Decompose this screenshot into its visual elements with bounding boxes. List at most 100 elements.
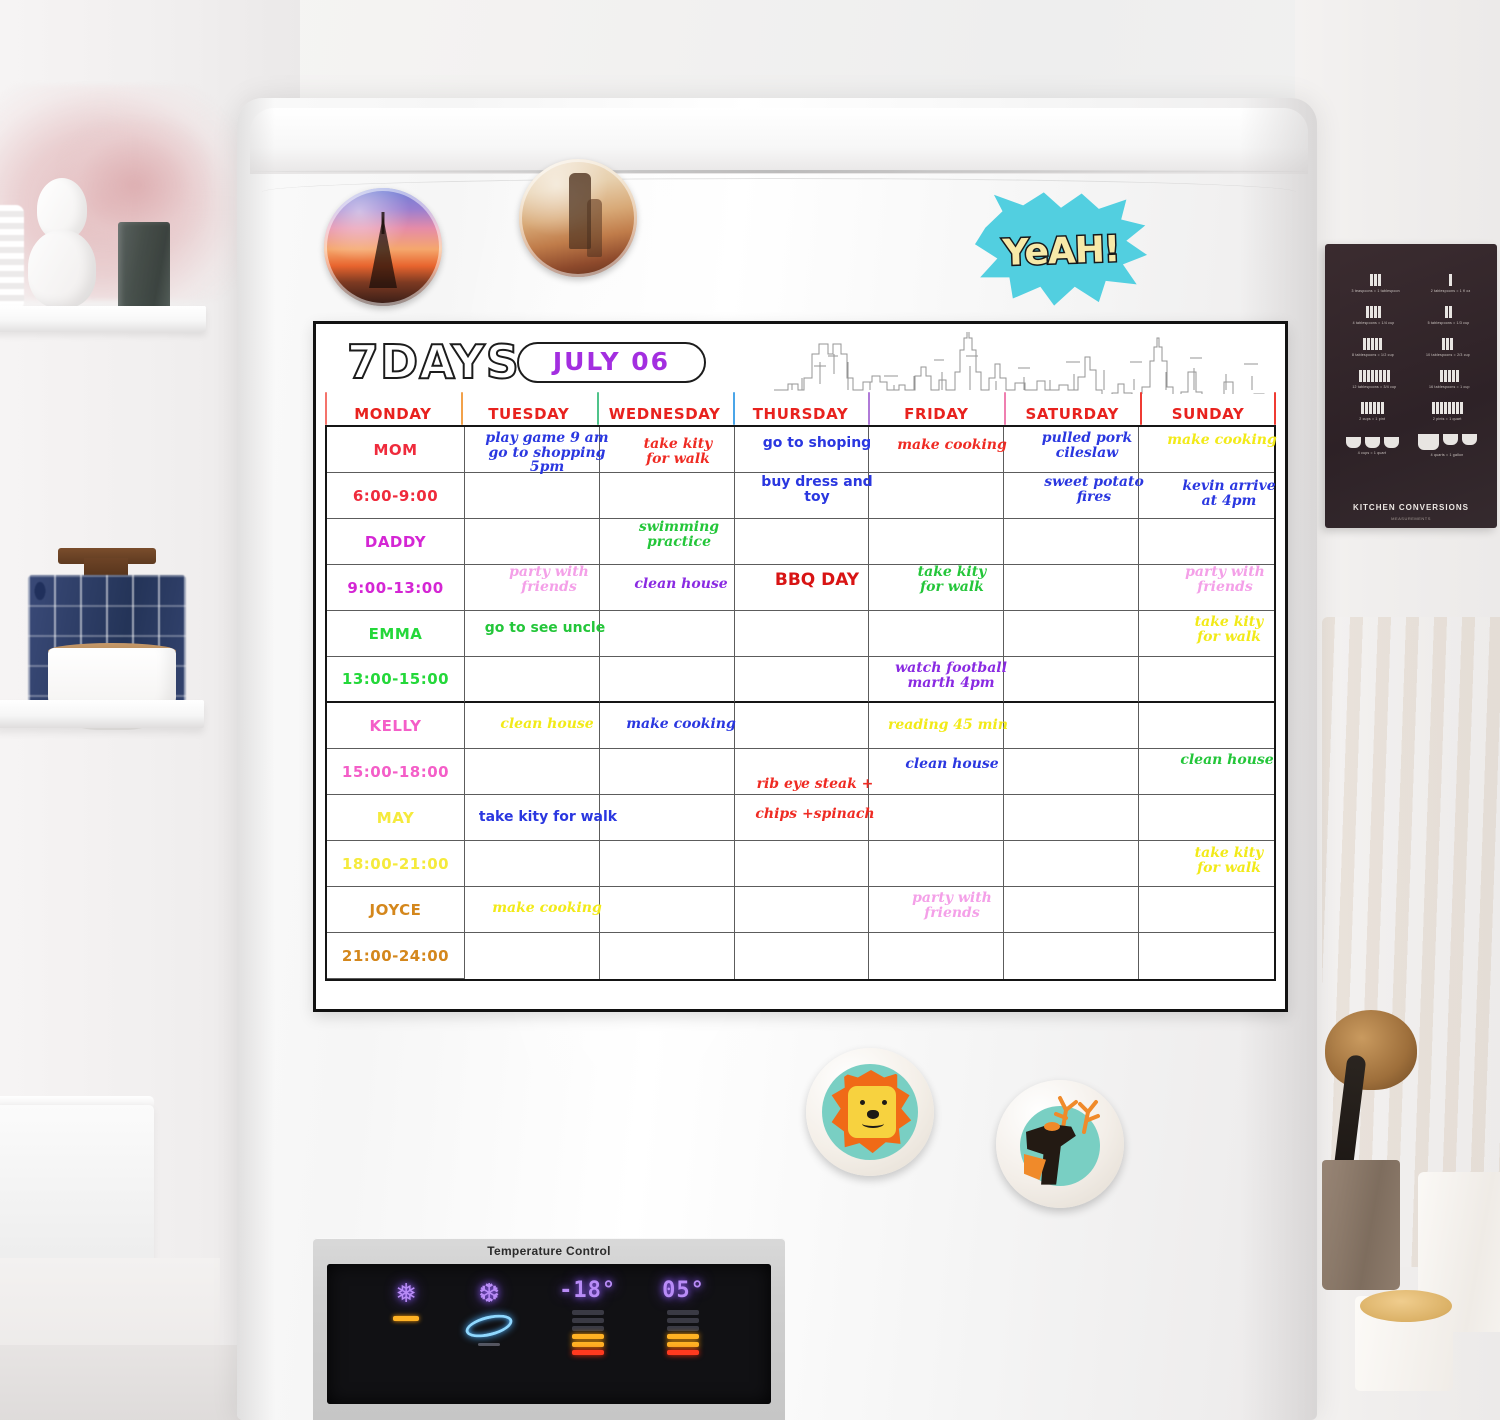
temperature-control-panel[interactable]: Temperature Control ❅ ❆ -18° 05° [313, 1238, 785, 1420]
day-tab-monday[interactable]: MONDAY [325, 392, 461, 425]
day-label: MONDAY [354, 405, 432, 423]
planner-grid[interactable]: MOM 6:00-9:00 DADDY 9:00-13:00 EMMA 13:00-15:… [325, 425, 1276, 981]
planner-cell[interactable] [465, 611, 600, 657]
planner-cell[interactable] [869, 887, 1005, 933]
planner-cell[interactable] [1004, 519, 1140, 565]
planner-cell[interactable] [869, 565, 1005, 611]
planner-cell[interactable] [599, 703, 735, 749]
snowflake-icon: ❅ [395, 1278, 418, 1308]
planner-cell[interactable] [1004, 611, 1140, 657]
planner-cell[interactable] [465, 565, 600, 611]
planner-cell[interactable] [1004, 887, 1140, 933]
planner-cell[interactable] [869, 749, 1005, 795]
row-label-cell: EMMA [327, 611, 465, 657]
super-cool-control[interactable]: ❆ [463, 1278, 515, 1346]
planner-cell[interactable] [599, 887, 735, 933]
planner-cell[interactable] [1139, 933, 1274, 979]
yeah-sticker[interactable]: YeAH! [971, 188, 1151, 310]
planner-cell[interactable] [734, 657, 870, 703]
planner-cell[interactable] [465, 841, 600, 887]
moose-magnet[interactable] [996, 1080, 1124, 1208]
date-pill[interactable]: JULY 06 [516, 341, 707, 383]
planner-cell[interactable] [734, 519, 870, 565]
planner-cell[interactable] [465, 749, 600, 795]
planner-cell[interactable] [1004, 933, 1140, 979]
lion-magnet[interactable] [806, 1048, 934, 1176]
planner-cell[interactable] [1139, 703, 1274, 749]
fridge-temp-control[interactable]: 05° [662, 1278, 705, 1355]
planner-cell[interactable] [1139, 473, 1274, 519]
day-tab-wednesday[interactable]: WEDNESDAY [596, 392, 733, 425]
planner-cell[interactable] [1139, 519, 1274, 565]
planner-cell[interactable] [1004, 703, 1140, 749]
planner-cell[interactable] [1004, 473, 1140, 519]
planner-cell[interactable] [734, 473, 870, 519]
planner-cell[interactable] [599, 473, 735, 519]
row-label-cell: KELLY [327, 703, 465, 749]
planner-cell[interactable] [1004, 427, 1140, 473]
day-tab-saturday[interactable]: SATURDAY [1004, 392, 1140, 425]
row-label: 21:00-24:00 [341, 946, 450, 965]
planner-cell[interactable] [465, 795, 600, 841]
planner-cell[interactable] [1139, 749, 1274, 795]
castle-magnet[interactable] [519, 159, 637, 277]
planner-cell[interactable] [465, 519, 600, 565]
planner-cell[interactable] [1004, 749, 1140, 795]
planner-cell[interactable] [465, 657, 600, 703]
planner-cell[interactable] [599, 565, 735, 611]
planner-cell[interactable] [734, 841, 870, 887]
planner-cell[interactable] [1139, 841, 1274, 887]
super-freeze-control[interactable]: ❅ [393, 1278, 420, 1321]
city-skyline-graphic [774, 329, 1397, 404]
eiffel-tower-magnet[interactable] [324, 188, 442, 306]
planner-cell[interactable] [599, 657, 735, 703]
day-tab-tuesday[interactable]: TUESDAY [460, 392, 597, 425]
planner-cell[interactable] [1004, 565, 1140, 611]
planner-cell[interactable] [465, 473, 600, 519]
planner-cell[interactable] [869, 519, 1005, 565]
planner-cell[interactable] [1004, 657, 1140, 703]
planner-cell[interactable] [465, 703, 600, 749]
planner-cell[interactable] [599, 427, 735, 473]
planner-cell[interactable] [599, 795, 735, 841]
freezer-temp-control[interactable]: -18° [559, 1278, 616, 1355]
planner-cell[interactable] [735, 933, 870, 979]
planner-cell[interactable] [869, 657, 1005, 703]
planner-cell[interactable] [1004, 795, 1140, 841]
planner-cell[interactable] [599, 841, 735, 887]
planner-cell[interactable] [869, 933, 1005, 979]
planner-cell[interactable] [869, 611, 1005, 657]
poster-caption: 2 cups = 1 pint [1359, 417, 1386, 421]
planner-cell[interactable] [599, 749, 735, 795]
planner-cell[interactable] [869, 841, 1005, 887]
day-tab-sunday[interactable]: SUNDAY [1140, 392, 1277, 425]
planner-cell[interactable] [1139, 887, 1274, 933]
planner-cell[interactable] [734, 703, 870, 749]
planner-cell[interactable] [734, 611, 870, 657]
planner-cell[interactable] [869, 427, 1005, 473]
freezer-level-bars [571, 1310, 604, 1355]
planner-cell[interactable] [1139, 611, 1274, 657]
day-tab-friday[interactable]: FRIDAY [868, 392, 1004, 425]
planner-cell[interactable] [599, 519, 735, 565]
day-tab-thursday[interactable]: THURSDAY [732, 392, 869, 425]
planner-cell[interactable] [869, 703, 1005, 749]
planner-cell[interactable] [734, 887, 870, 933]
planner-cell[interactable] [465, 887, 600, 933]
planner-cell[interactable] [465, 933, 600, 979]
planner-cell[interactable] [734, 427, 870, 473]
planner-cell[interactable] [599, 611, 735, 657]
planner-cell[interactable] [1139, 565, 1274, 611]
planner-cell[interactable] [869, 473, 1005, 519]
planner-cell[interactable] [1139, 427, 1274, 473]
planner-cell[interactable] [734, 565, 870, 611]
weekly-planner-board[interactable]: 7DAYS JULY 06 MONDAY TUESDAY WEDNESDAY T… [313, 321, 1397, 1012]
planner-cell[interactable] [734, 795, 870, 841]
planner-cell[interactable] [734, 749, 870, 795]
planner-cell[interactable] [1004, 841, 1140, 887]
planner-cell[interactable] [1139, 795, 1274, 841]
planner-cell[interactable] [465, 427, 600, 473]
planner-cell[interactable] [600, 933, 735, 979]
planner-cell[interactable] [869, 795, 1005, 841]
planner-cell[interactable] [1139, 657, 1274, 703]
